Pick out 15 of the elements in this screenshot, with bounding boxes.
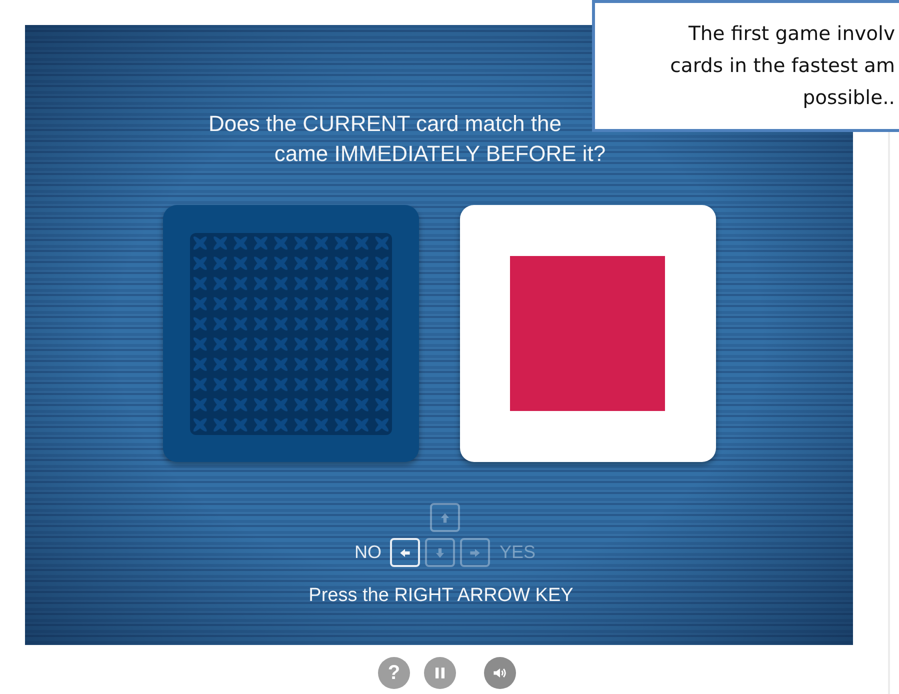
- callout-text: cards in the fastest am: [670, 53, 895, 79]
- instruction-text: Press the RIGHT ARROW KEY: [308, 585, 574, 607]
- down-key[interactable]: [425, 538, 456, 567]
- question-text: Does the CURRENT card match the: [208, 110, 562, 138]
- sound-button[interactable]: [484, 657, 516, 689]
- question-text: came IMMEDIATELY BEFORE it?: [274, 140, 606, 168]
- no-label: NO: [354, 542, 382, 563]
- up-key[interactable]: [430, 503, 460, 532]
- help-button[interactable]: ?: [378, 657, 410, 689]
- yes-label: YES: [499, 542, 536, 563]
- callout-text: possible..: [802, 85, 895, 111]
- callout-text: The first game involv: [688, 21, 895, 47]
- left-key[interactable]: [390, 538, 420, 567]
- right-key[interactable]: [460, 538, 490, 567]
- pause-button[interactable]: [424, 657, 456, 689]
